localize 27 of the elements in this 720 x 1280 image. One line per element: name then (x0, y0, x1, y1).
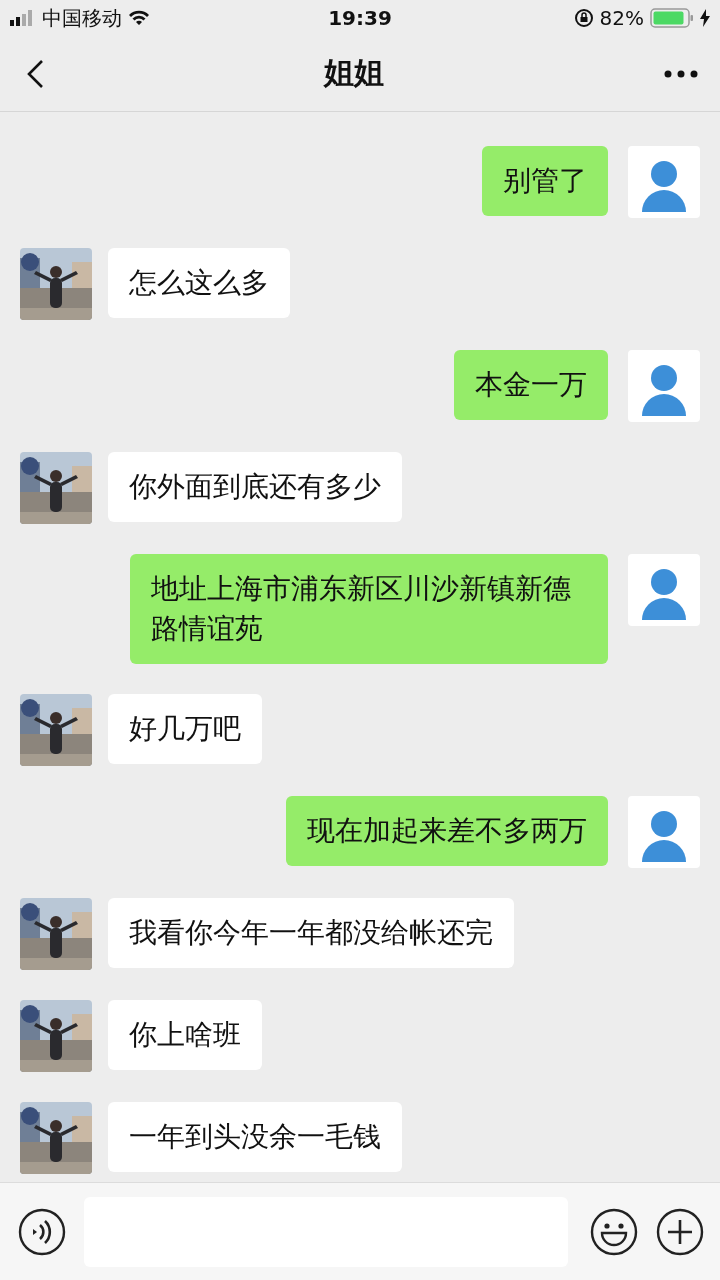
avatar-icon[interactable] (628, 146, 700, 218)
received-message: 我看你今年一年都没给帐还完 (108, 898, 514, 968)
sent-message: 别管了 (482, 146, 608, 216)
rotation-lock-icon (573, 8, 594, 28)
add-icon[interactable] (656, 1207, 704, 1256)
emoji-icon[interactable] (590, 1207, 638, 1256)
received-message: 你外面到底还有多少 (108, 452, 402, 522)
received-message: 好几万吧 (108, 694, 262, 764)
more-icon[interactable] (664, 69, 698, 78)
received-message: 你上啥班 (108, 1000, 262, 1070)
sent-message: 地址上海市浦东新区川沙新镇新德路情谊苑 (130, 554, 608, 664)
wifi-icon (128, 10, 150, 26)
carrier-name: 中国移动 (42, 4, 122, 32)
received-message: 一年到头没余一毛钱 (108, 1102, 402, 1172)
battery-icon (650, 8, 694, 28)
voice-icon[interactable] (18, 1207, 66, 1256)
chat-title: 姐姐 (324, 54, 384, 92)
sent-message: 本金一万 (454, 350, 608, 420)
received-message: 怎么这么多 (108, 248, 290, 318)
sent-message: 现在加起来差不多两万 (286, 796, 608, 866)
avatar-icon[interactable] (628, 796, 700, 868)
back-icon[interactable] (26, 58, 44, 89)
clock-time: 19:39 (328, 6, 392, 30)
avatar-icon[interactable] (628, 554, 700, 626)
battery-percent: 82% (599, 6, 644, 30)
avatar-icon[interactable] (628, 350, 700, 422)
charging-icon (700, 9, 710, 27)
